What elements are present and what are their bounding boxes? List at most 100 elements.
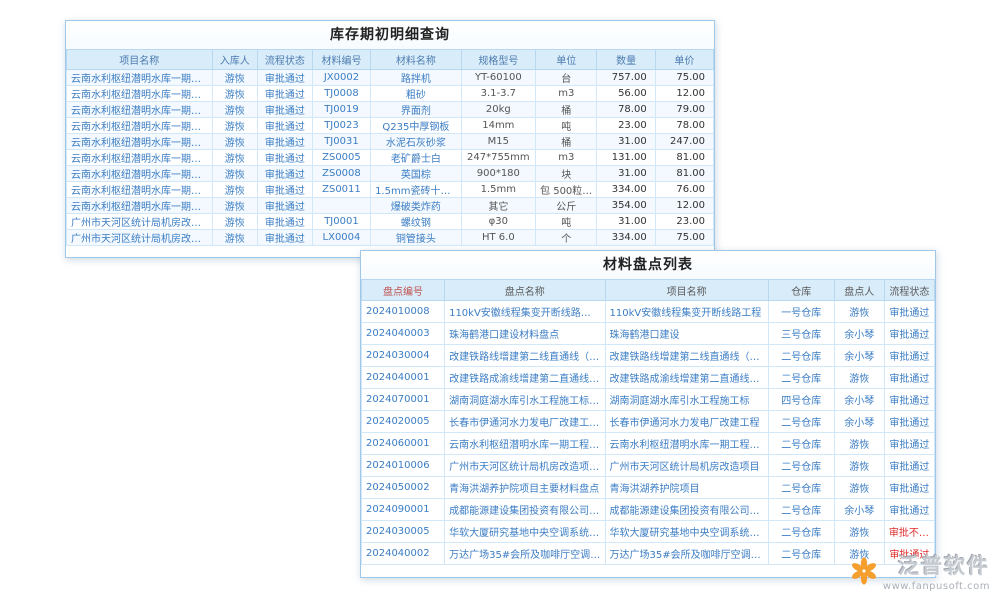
- table-row[interactable]: 2024010006广州市天河区统计局机房改造项目材料...广州市天河区统计局机…: [362, 455, 935, 477]
- cell-status[interactable]: 审批通过: [884, 345, 934, 367]
- table-row[interactable]: 2024020005长春市伊通河水力发电厂改建工程材料...长春市伊通河水力发电…: [362, 411, 935, 433]
- cell-code[interactable]: ZS0011: [312, 182, 370, 198]
- cell-status[interactable]: 审批通过: [884, 477, 934, 499]
- cell-name[interactable]: 改建铁路线增建第二线直通线（成都-西...: [445, 345, 605, 367]
- cell-warehouse[interactable]: 二号仓库: [768, 345, 834, 367]
- cell-status[interactable]: 审批通过: [257, 150, 312, 166]
- cell-material[interactable]: 水泥石灰砂浆: [371, 134, 462, 150]
- cell-person[interactable]: 游恢: [212, 166, 257, 182]
- table-row[interactable]: 2024050002青海洪湖养护院项目主要材料盘点青海洪湖养护院项目二号仓库游恢…: [362, 477, 935, 499]
- cell-warehouse[interactable]: 二号仓库: [768, 433, 834, 455]
- table-row[interactable]: 广州市天河区统计局机房改造项目游恢审批通过LX0004铜管接头HT 6.0个33…: [67, 230, 714, 246]
- table-row[interactable]: 2024040001改建铁路成渝线增建第二直通线（成渝...改建铁路成渝线增建第…: [362, 367, 935, 389]
- column-header-person[interactable]: 盘点人: [834, 280, 884, 301]
- cell-id[interactable]: 2024030004: [362, 345, 445, 367]
- column-header-person[interactable]: 入库人: [212, 50, 257, 70]
- cell-code[interactable]: JX0002: [312, 70, 370, 86]
- cell-warehouse[interactable]: 二号仓库: [768, 543, 834, 565]
- cell-project[interactable]: 广州市天河区统计局机房改造项目: [605, 455, 768, 477]
- cell-project[interactable]: 110kV安徽线程集变开断线路工程: [605, 301, 768, 323]
- cell-status[interactable]: 审批通过: [884, 411, 934, 433]
- table-row[interactable]: 2024030004改建铁路线增建第二线直通线（成都-西...改建铁路线增建第二…: [362, 345, 935, 367]
- cell-project[interactable]: 万达广场35#会所及咖啡厅空调安装...: [605, 543, 768, 565]
- cell-material[interactable]: 界面剂: [371, 102, 462, 118]
- column-header-warehouse[interactable]: 仓库: [768, 280, 834, 301]
- column-header-project[interactable]: 项目名称: [67, 50, 213, 70]
- cell-status[interactable]: 审批通过: [884, 455, 934, 477]
- cell-person[interactable]: 游恢: [834, 367, 884, 389]
- cell-project[interactable]: 青海洪湖养护院项目: [605, 477, 768, 499]
- cell-person[interactable]: 游恢: [834, 433, 884, 455]
- cell-project[interactable]: 云南水利枢纽潜明水库一期工程施工标: [67, 150, 213, 166]
- cell-status[interactable]: 审批通过: [884, 323, 934, 345]
- column-header-price[interactable]: 单价: [655, 50, 713, 70]
- column-header-id[interactable]: 盘点编号: [362, 280, 445, 301]
- cell-status[interactable]: 审批通过: [884, 367, 934, 389]
- cell-person[interactable]: 余小琴: [834, 411, 884, 433]
- cell-warehouse[interactable]: 二号仓库: [768, 499, 834, 521]
- table-row[interactable]: 2024030005华软大厦研究基地中央空调系统工程材...华软大厦研究基地中央…: [362, 521, 935, 543]
- cell-material[interactable]: 螺纹钢: [371, 214, 462, 230]
- cell-status[interactable]: 审批通过: [257, 230, 312, 246]
- cell-code[interactable]: TJ0023: [312, 118, 370, 134]
- cell-code[interactable]: TJ0031: [312, 134, 370, 150]
- table-row[interactable]: 2024060001云南水利枢纽潜明水库一期工程施工标...云南水利枢纽潜明水库…: [362, 433, 935, 455]
- cell-project[interactable]: 云南水利枢纽潜明水库一期工程施工标: [67, 102, 213, 118]
- cell-project[interactable]: 云南水利枢纽潜明水库一期工程施工标: [67, 134, 213, 150]
- table-row[interactable]: 云南水利枢纽潜明水库一期工程施工标游恢审批通过JX0002路拌机YT-60100…: [67, 70, 714, 86]
- cell-status[interactable]: 审批通过: [884, 301, 934, 323]
- cell-project[interactable]: 成都能源建设集团投资有限公司临时...: [605, 499, 768, 521]
- cell-person[interactable]: 游恢: [212, 150, 257, 166]
- cell-project[interactable]: 云南水利枢纽潜明水库一期工程施工标: [67, 118, 213, 134]
- cell-person[interactable]: 游恢: [212, 230, 257, 246]
- cell-id[interactable]: 2024060001: [362, 433, 445, 455]
- column-header-code[interactable]: 材料编号: [312, 50, 370, 70]
- cell-status[interactable]: 审批通过: [257, 102, 312, 118]
- table-row[interactable]: 云南水利枢纽潜明水库一期工程施工标游恢审批通过TJ0031水泥石灰砂浆M15桶3…: [67, 134, 714, 150]
- cell-id[interactable]: 2024090001: [362, 499, 445, 521]
- table-row[interactable]: 2024090001成都能源建设集团投资有限公司临时办...成都能源建设集团投资…: [362, 499, 935, 521]
- cell-name[interactable]: 青海洪湖养护院项目主要材料盘点: [445, 477, 605, 499]
- column-header-status[interactable]: 流程状态: [257, 50, 312, 70]
- table-row[interactable]: 云南水利枢纽潜明水库一期工程施工标游恢审批通过TJ0023Q235中厚钢板14m…: [67, 118, 714, 134]
- cell-material[interactable]: 路拌机: [371, 70, 462, 86]
- cell-person[interactable]: 游恢: [212, 198, 257, 214]
- cell-warehouse[interactable]: 二号仓库: [768, 367, 834, 389]
- cell-code[interactable]: ZS0008: [312, 166, 370, 182]
- cell-code[interactable]: TJ0019: [312, 102, 370, 118]
- cell-person[interactable]: 余小琴: [834, 323, 884, 345]
- cell-project[interactable]: 长春市伊通河水力发电厂改建工程: [605, 411, 768, 433]
- table-row[interactable]: 云南水利枢纽潜明水库一期工程施工标游恢审批通过TJ0019界面剂20kg桶78.…: [67, 102, 714, 118]
- cell-person[interactable]: 游恢: [212, 134, 257, 150]
- cell-id[interactable]: 2024070001: [362, 389, 445, 411]
- cell-project[interactable]: 广州市天河区统计局机房改造项目: [67, 230, 213, 246]
- cell-person[interactable]: 游恢: [212, 182, 257, 198]
- cell-warehouse[interactable]: 二号仓库: [768, 455, 834, 477]
- cell-project[interactable]: 云南水利枢纽潜明水库一期工程施工标: [67, 182, 213, 198]
- cell-name[interactable]: 广州市天河区统计局机房改造项目材料...: [445, 455, 605, 477]
- table-row[interactable]: 云南水利枢纽潜明水库一期工程施工标游恢审批通过TJ0008粗砂3.1-3.7m3…: [67, 86, 714, 102]
- cell-project[interactable]: 改建铁路线增建第二线直通线（成都-...: [605, 345, 768, 367]
- cell-project[interactable]: 华软大厦研究基地中央空调系统工程: [605, 521, 768, 543]
- column-header-project[interactable]: 项目名称: [605, 280, 768, 301]
- cell-material[interactable]: 老矿爵士白: [371, 150, 462, 166]
- cell-person[interactable]: 余小琴: [834, 389, 884, 411]
- cell-name[interactable]: 110kV安徽线程集变开断线路工程材料...: [445, 301, 605, 323]
- cell-person[interactable]: 游恢: [834, 455, 884, 477]
- cell-status[interactable]: 审批通过: [257, 198, 312, 214]
- cell-warehouse[interactable]: 二号仓库: [768, 477, 834, 499]
- cell-person[interactable]: 游恢: [212, 86, 257, 102]
- cell-material[interactable]: 1.5mm瓷砖十字胶粒: [371, 182, 462, 198]
- table-row[interactable]: 2024040003珠海鹤港口建设材料盘点珠海鹤港口建设三号仓库余小琴审批通过: [362, 323, 935, 345]
- table-row[interactable]: 云南水利枢纽潜明水库一期工程施工标游恢审批通过ZS0008英国棕900*180块…: [67, 166, 714, 182]
- cell-material[interactable]: 粗砂: [371, 86, 462, 102]
- cell-project[interactable]: 云南水利枢纽潜明水库一期工程施工标: [605, 433, 768, 455]
- cell-id[interactable]: 2024050002: [362, 477, 445, 499]
- table-row[interactable]: 云南水利枢纽潜明水库一期工程施工标游恢审批通过ZS0005老矿爵士白247*75…: [67, 150, 714, 166]
- cell-project[interactable]: 云南水利枢纽潜明水库一期工程施工标: [67, 198, 213, 214]
- cell-status[interactable]: 审批通过: [257, 118, 312, 134]
- cell-name[interactable]: 改建铁路成渝线增建第二直通线（成渝...: [445, 367, 605, 389]
- cell-warehouse[interactable]: 二号仓库: [768, 411, 834, 433]
- cell-material[interactable]: Q235中厚钢板: [371, 118, 462, 134]
- cell-id[interactable]: 2024020005: [362, 411, 445, 433]
